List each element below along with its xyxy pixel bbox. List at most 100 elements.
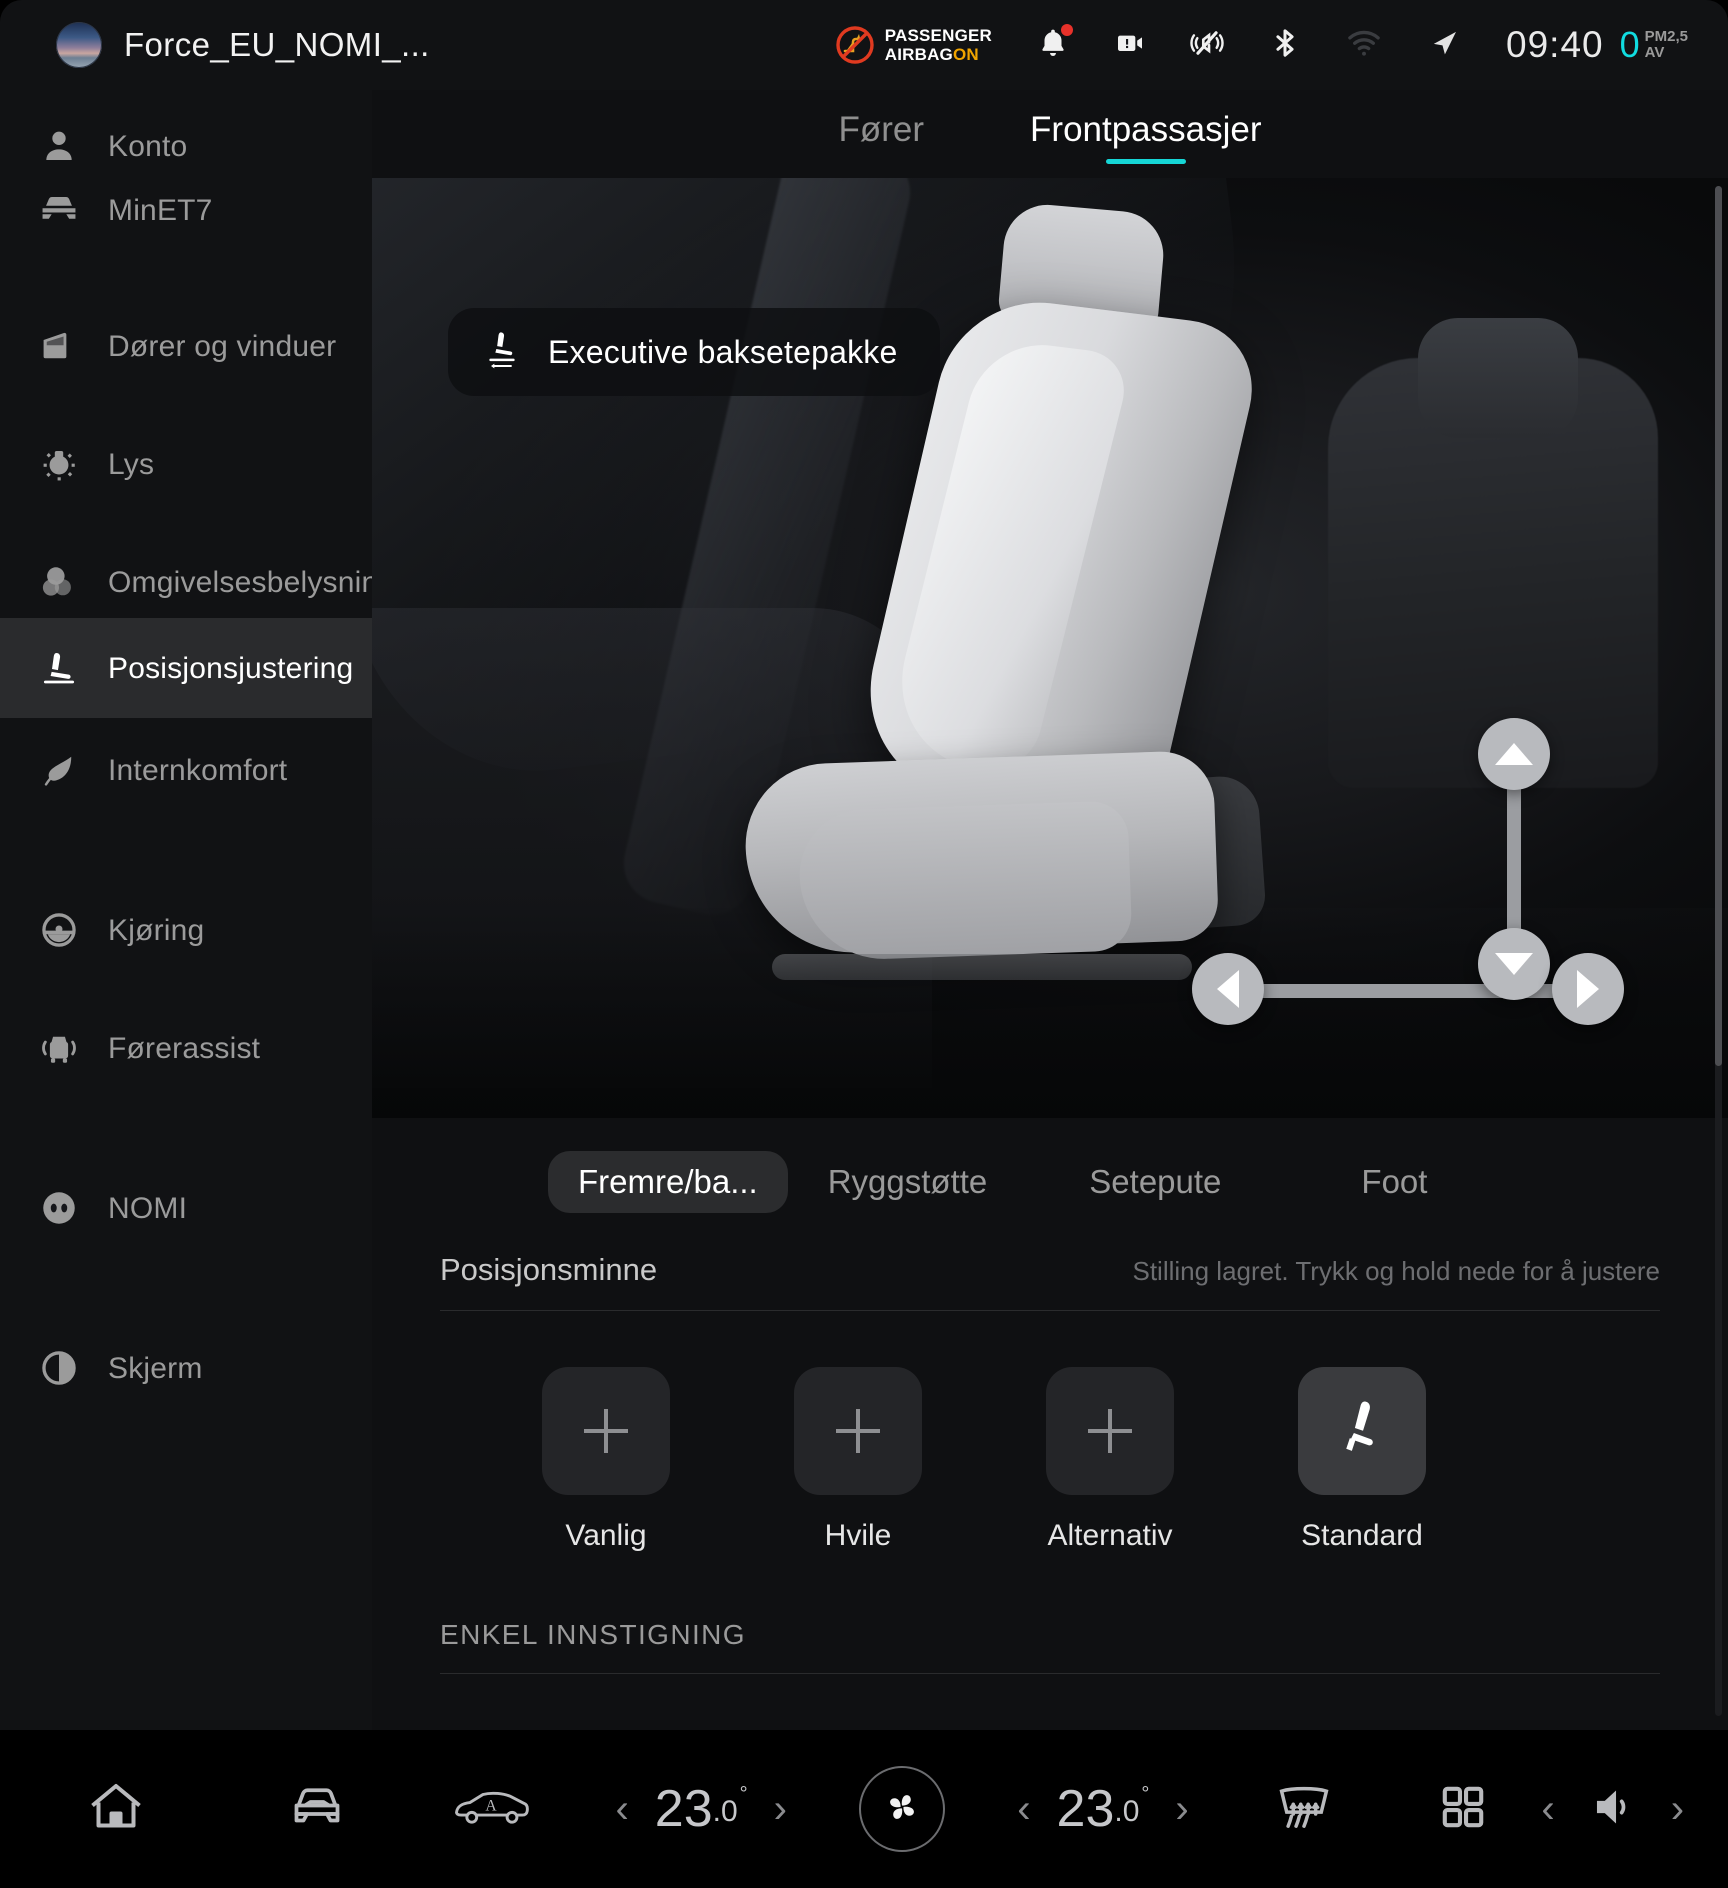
- avatar[interactable]: [56, 22, 102, 68]
- car-status-button[interactable]: [233, 1777, 402, 1842]
- sidebar: Konto MinET7 Dører og vinduer Lys Omgive…: [0, 90, 395, 1730]
- tab-forer[interactable]: Fører: [834, 104, 928, 164]
- seat-slide-icon: [482, 328, 522, 377]
- tab-frontpassasjer[interactable]: Frontpassasjer: [1026, 104, 1265, 164]
- rear-defrost-button[interactable]: [1224, 1779, 1384, 1840]
- sidebar-item-dorer-og-vinduer[interactable]: Dører og vinduer: [0, 318, 372, 374]
- air-quality-indicator[interactable]: 0 PM2,5 AV: [1620, 24, 1698, 66]
- passenger-airbag-off-icon: [835, 25, 875, 65]
- volume-icon[interactable]: [1585, 1781, 1641, 1838]
- temp-increase-button[interactable]: ›: [1175, 1789, 1188, 1829]
- sidebar-item-label: Førerassist: [108, 1031, 261, 1065]
- preset-tile[interactable]: [1046, 1367, 1174, 1495]
- preset-tile[interactable]: [794, 1367, 922, 1495]
- plus-icon: [836, 1409, 880, 1453]
- volume-control[interactable]: ‹ ›: [1541, 1781, 1728, 1838]
- pm-value: 0: [1619, 24, 1640, 65]
- segment-ryggstotte[interactable]: Ryggstøtte: [798, 1151, 1018, 1213]
- infotainment-screen: Force_EU_NOMI_... PASSENGER AIRBAGON 09:…: [0, 0, 1728, 1888]
- plus-icon: [584, 1409, 628, 1453]
- seat-adjust-segment-tabs: Fremre/ba... Ryggstøtte Setepute Foot: [372, 1118, 1728, 1228]
- bluetooth-button[interactable]: [1246, 26, 1324, 65]
- sidebar-item-nomi[interactable]: NOMI: [0, 1180, 372, 1236]
- temp-degree: °: [1141, 1783, 1150, 1805]
- light-bulb-icon: [36, 443, 82, 485]
- sidebar-item-forerassist[interactable]: Førerassist: [0, 1020, 372, 1076]
- seat-rail-shape: [772, 954, 1192, 980]
- sidebar-item-lys[interactable]: Lys: [0, 436, 372, 492]
- airbag-state: ON: [952, 45, 979, 64]
- leaf-icon: [36, 749, 82, 791]
- segment-foot[interactable]: Foot: [1331, 1151, 1457, 1213]
- status-bar-right: PASSENGER AIRBAGON 09:40 0 PM2,5 AV: [813, 23, 1728, 66]
- volume-decrease-button[interactable]: ‹: [1541, 1789, 1554, 1829]
- car-auto-button[interactable]: A: [402, 1785, 580, 1834]
- passenger-temperature-control[interactable]: ‹ 23.0 ° ›: [982, 1779, 1224, 1839]
- driver-temperature-control[interactable]: ‹ 23.0 ° ›: [580, 1779, 822, 1839]
- preset-alternativ[interactable]: Alternativ: [984, 1367, 1236, 1553]
- preset-vanlig[interactable]: Vanlig: [480, 1367, 732, 1553]
- tab-label: Fører: [838, 110, 925, 149]
- window-title: Force_EU_NOMI_...: [124, 26, 430, 63]
- sidebar-item-skjerm[interactable]: Skjerm: [0, 1340, 372, 1396]
- seat-icon: [1331, 1396, 1393, 1467]
- climate-fan-button[interactable]: [822, 1766, 982, 1852]
- navigation-button[interactable]: [1404, 25, 1484, 66]
- status-bar-left: Force_EU_NOMI_...: [0, 22, 430, 68]
- steering-wheel-icon: [36, 909, 82, 951]
- segment-label: Foot: [1361, 1163, 1428, 1200]
- package-badge-label: Executive baksetepakke: [548, 333, 898, 370]
- sidebar-item-internkomfort[interactable]: Internkomfort: [0, 742, 372, 798]
- tab-label: Frontpassasjer: [1030, 110, 1262, 149]
- temp-increase-button[interactable]: ›: [774, 1789, 787, 1829]
- package-badge[interactable]: Executive baksetepakke: [448, 308, 940, 396]
- sidebar-item-posisjonsjustering[interactable]: Posisjonsjustering: [0, 618, 372, 718]
- pm-label-2: AV: [1644, 44, 1665, 61]
- dashcam-button[interactable]: [1092, 27, 1168, 64]
- wifi-button[interactable]: [1324, 25, 1404, 66]
- passenger-airbag-indicator: PASSENGER AIRBAGON: [813, 25, 1014, 65]
- temp-decimal: .0: [1114, 1795, 1140, 1828]
- apps-button[interactable]: [1384, 1781, 1542, 1838]
- seat-move-forward-button[interactable]: [1192, 953, 1264, 1025]
- memory-preset-row: Vanlig Hvile Alternativ Standard: [440, 1311, 1660, 1553]
- rear-headrest-shape: [1418, 318, 1578, 438]
- status-bar: Force_EU_NOMI_... PASSENGER AIRBAGON 09:…: [0, 0, 1728, 90]
- seat-move-up-button[interactable]: [1478, 718, 1550, 790]
- preset-tile[interactable]: [1298, 1367, 1426, 1495]
- segment-fremre-bak[interactable]: Fremre/ba...: [548, 1151, 788, 1213]
- display-brightness-icon: [36, 1347, 82, 1389]
- notification-bell-button[interactable]: [1014, 23, 1092, 65]
- sidebar-item-minet7[interactable]: MinET7: [0, 182, 372, 238]
- sidebar-item-kjoring[interactable]: Kjøring: [0, 902, 372, 958]
- notification-bell-icon: [1036, 23, 1074, 65]
- sidebar-item-label: MinET7: [108, 193, 213, 227]
- preset-hvile[interactable]: Hvile: [732, 1367, 984, 1553]
- car-door-icon: [36, 325, 82, 367]
- driver-temp-value: 23.0 °: [655, 1779, 748, 1839]
- nomi-face-icon: [36, 1187, 82, 1229]
- sidebar-item-konto[interactable]: Konto: [0, 118, 372, 174]
- svg-text:A: A: [485, 1797, 497, 1814]
- mute-button[interactable]: [1168, 26, 1246, 65]
- temp-decrease-button[interactable]: ‹: [615, 1789, 628, 1829]
- sidebar-item-omgivelsesbelysning[interactable]: Omgivelsesbelysning: [0, 554, 395, 610]
- preset-label: Standard: [1301, 1519, 1423, 1552]
- notification-dot: [1061, 23, 1074, 36]
- sidebar-item-label: Kjøring: [108, 913, 205, 947]
- segment-setepute[interactable]: Setepute: [1059, 1151, 1251, 1213]
- volume-increase-button[interactable]: ›: [1671, 1789, 1684, 1829]
- temp-decrease-button[interactable]: ‹: [1017, 1789, 1030, 1829]
- plus-icon: [1088, 1409, 1132, 1453]
- seat-move-down-button[interactable]: [1478, 928, 1550, 1000]
- wifi-icon: [1346, 25, 1382, 66]
- home-button[interactable]: [0, 1777, 233, 1842]
- seat-position-icon: [36, 647, 82, 689]
- bluetooth-icon: [1268, 26, 1302, 65]
- seat-move-back-button[interactable]: [1552, 953, 1624, 1025]
- seat-visualization: Executive baksetepakke: [372, 178, 1728, 1118]
- preset-standard[interactable]: Standard: [1236, 1367, 1488, 1553]
- scrollbar-thumb[interactable]: [1715, 186, 1722, 1066]
- preset-tile[interactable]: [542, 1367, 670, 1495]
- temp-whole: 23: [1056, 1780, 1115, 1838]
